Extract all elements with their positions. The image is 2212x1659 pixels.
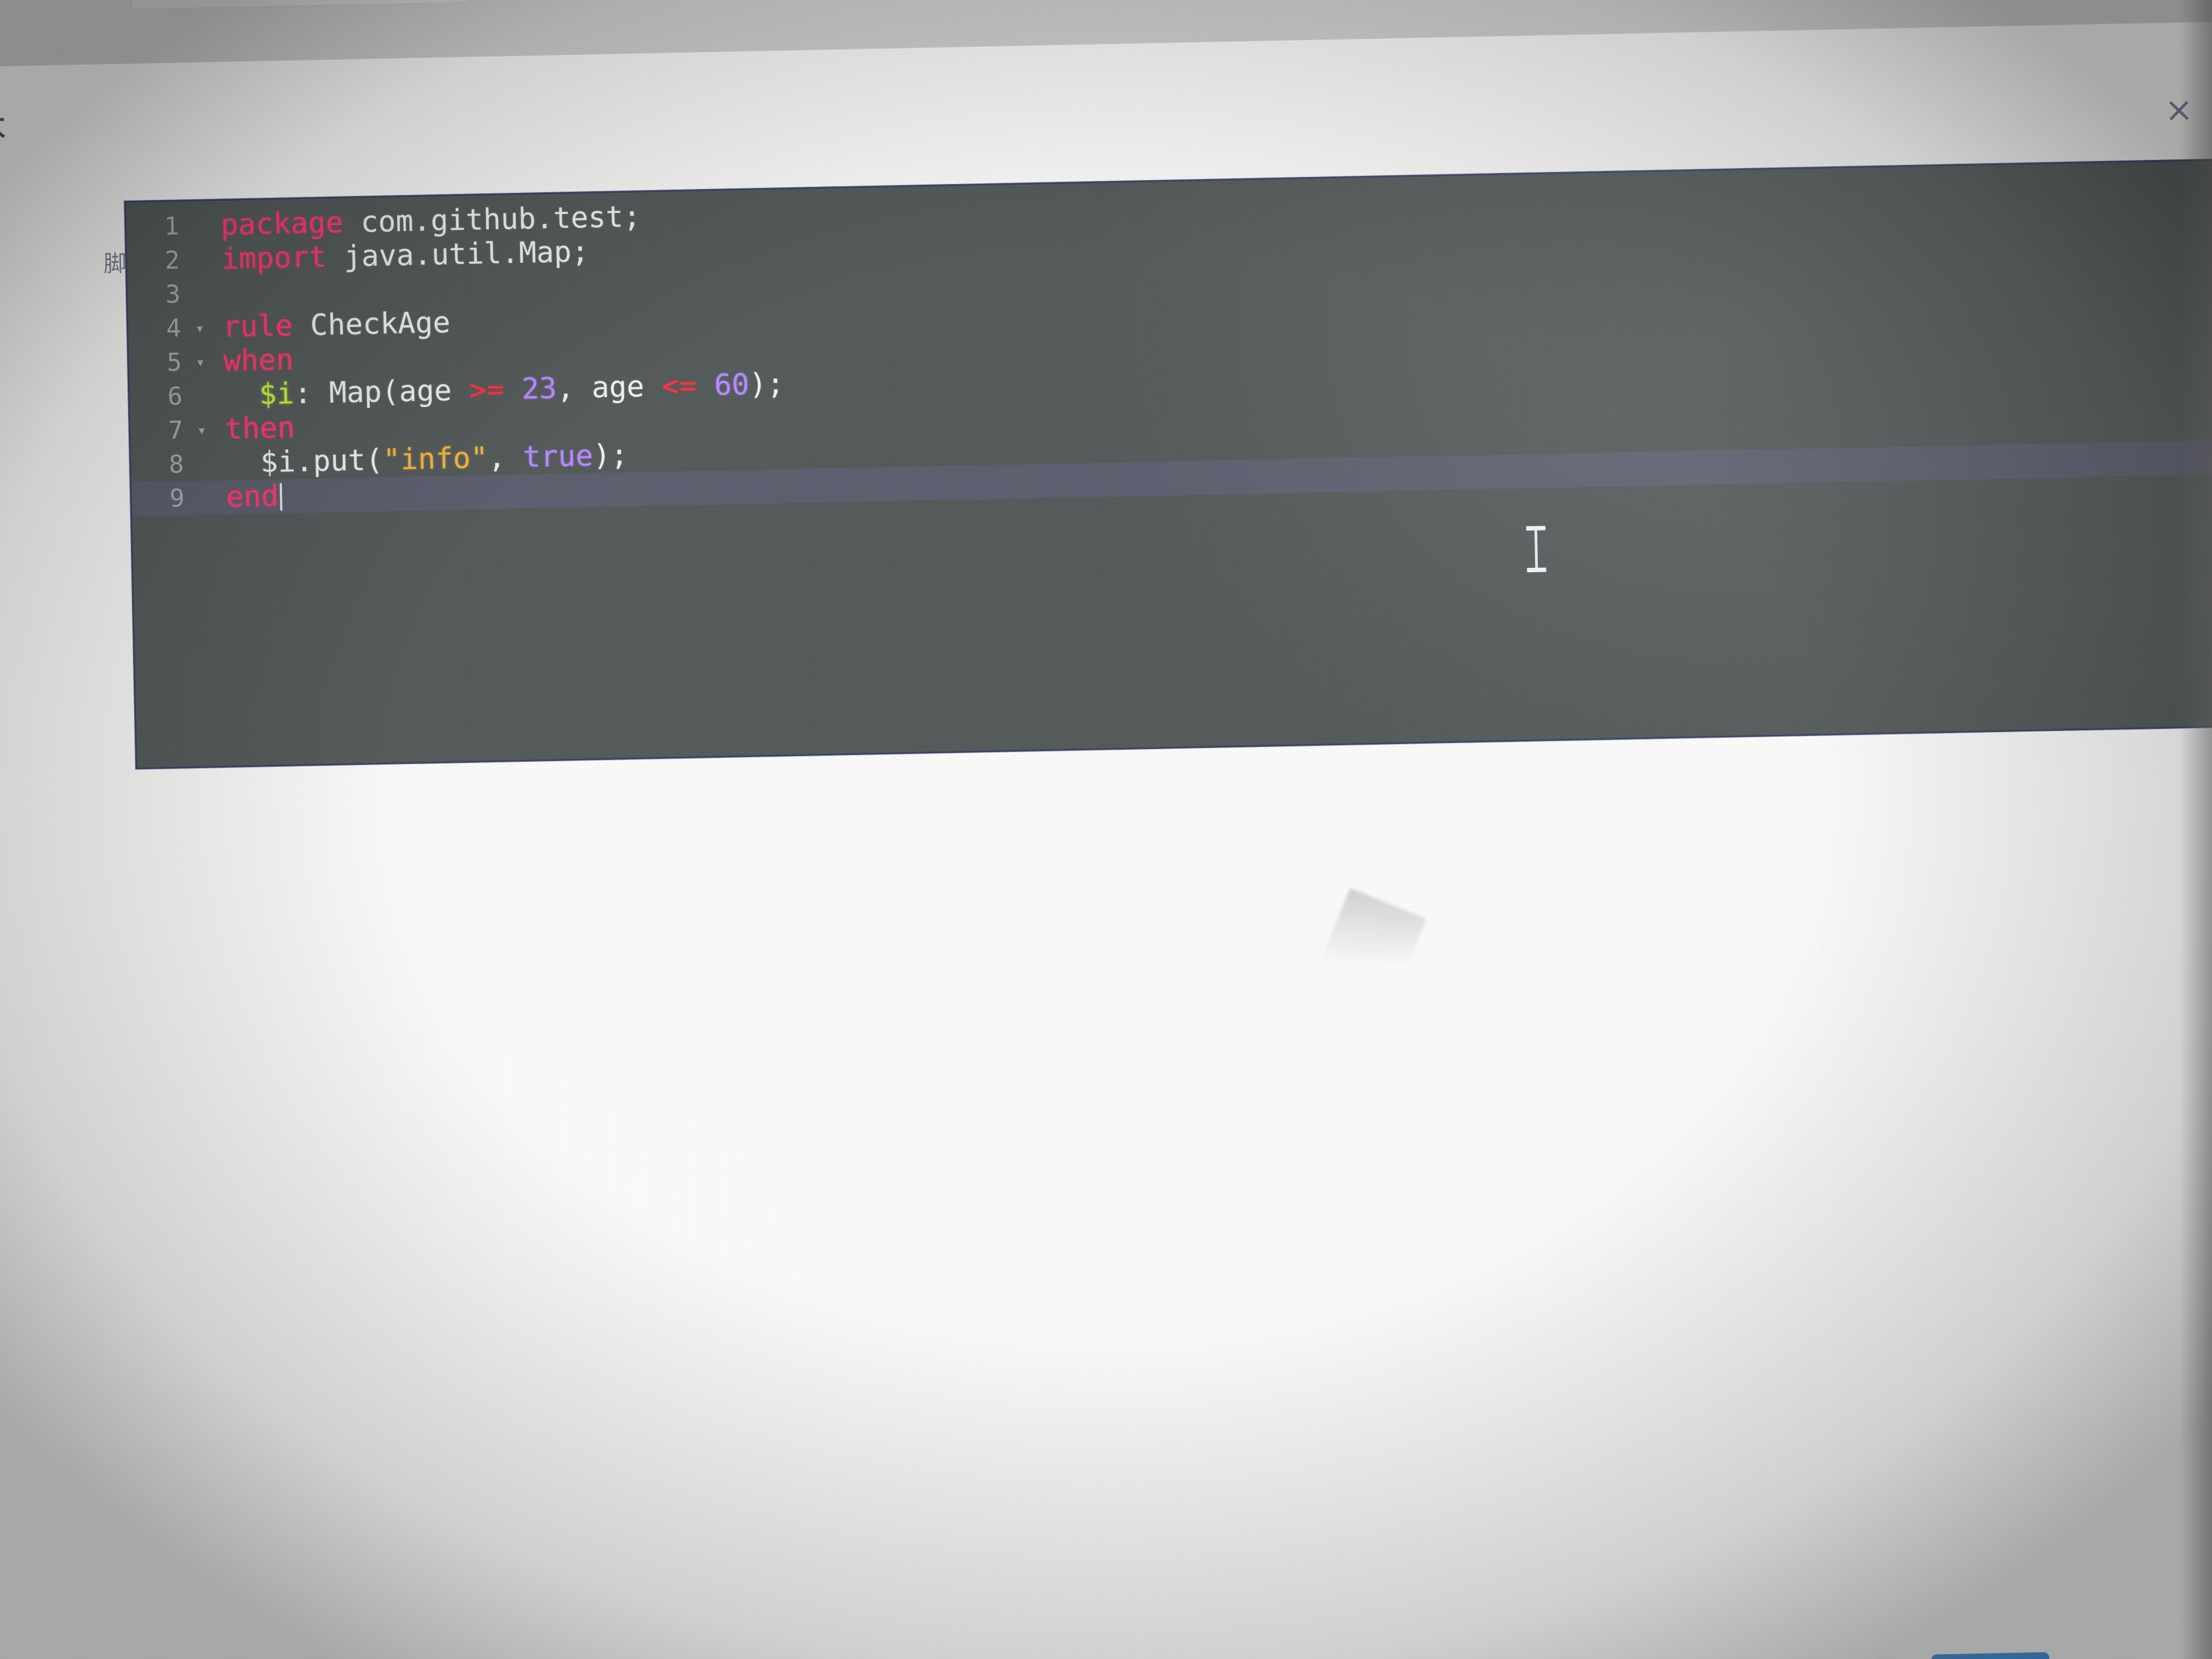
token-plain: ); (592, 438, 629, 473)
line-number: 5 (166, 347, 182, 377)
line-number: 2 (164, 245, 180, 275)
line-number: 9 (169, 483, 185, 513)
photo-of-monitor: 查询 重置 脚本 × 脚本 1package com.github.test;2… (0, 0, 2212, 1659)
line-number: 4 (166, 313, 182, 343)
token-str: "info" (382, 441, 489, 477)
line-number: 3 (165, 279, 181, 309)
confirm-button[interactable]: 确定 (1931, 1652, 2051, 1659)
token-var: $i (258, 377, 295, 411)
chevron-down-icon[interactable]: ▾ (189, 311, 210, 346)
line-number: 8 (168, 449, 184, 479)
text-caret (279, 483, 283, 511)
line-number: 7 (168, 415, 184, 445)
token-kw: import (221, 240, 327, 276)
token-num2: 23 (521, 371, 557, 406)
token-bool: true (522, 439, 594, 474)
code-text: when (223, 343, 294, 379)
code-editor[interactable]: 1 package com.github.test; 2 import java.ut… (124, 158, 2212, 770)
code-text: rule CheckAge (222, 306, 450, 344)
behind-search-field[interactable] (130, 0, 469, 10)
code-text: end (226, 479, 283, 515)
token-plain: com.github.test; (360, 200, 641, 239)
script-modal: 脚本 × 脚本 1package com.github.test;2import… (0, 20, 2212, 1659)
token-kw: end (225, 479, 279, 514)
token-plain: java.util.Map; (343, 235, 590, 274)
token-num2: 60 (714, 368, 750, 402)
token-op: <= (661, 369, 697, 403)
chevron-down-icon[interactable]: ▾ (191, 413, 212, 448)
token-kw: rule (222, 309, 294, 344)
token-op: >= (469, 373, 505, 407)
token-kw: package (220, 206, 344, 242)
chevron-down-icon[interactable]: ▾ (190, 345, 211, 380)
code-text: then (224, 411, 295, 447)
code-lines[interactable]: 1 package com.github.test; 2 import java.ut… (126, 167, 2212, 517)
close-icon[interactable]: × (2164, 89, 2193, 130)
token-plain: ); (749, 367, 785, 402)
token-plain: , (487, 440, 523, 475)
line-number: 6 (167, 381, 183, 411)
token-plain: : Map(age (294, 373, 470, 411)
line-number: 1 (163, 211, 179, 241)
token-plain: , age (556, 369, 662, 405)
modal-title: 脚本 (0, 107, 9, 151)
screen-content: 查询 重置 脚本 × 脚本 1package com.github.test;2… (0, 0, 2212, 1659)
token-plain: $i.put( (260, 443, 383, 479)
token-plain: CheckAge (309, 306, 451, 342)
token-kw: when (223, 343, 294, 378)
token-kw: then (224, 411, 295, 446)
